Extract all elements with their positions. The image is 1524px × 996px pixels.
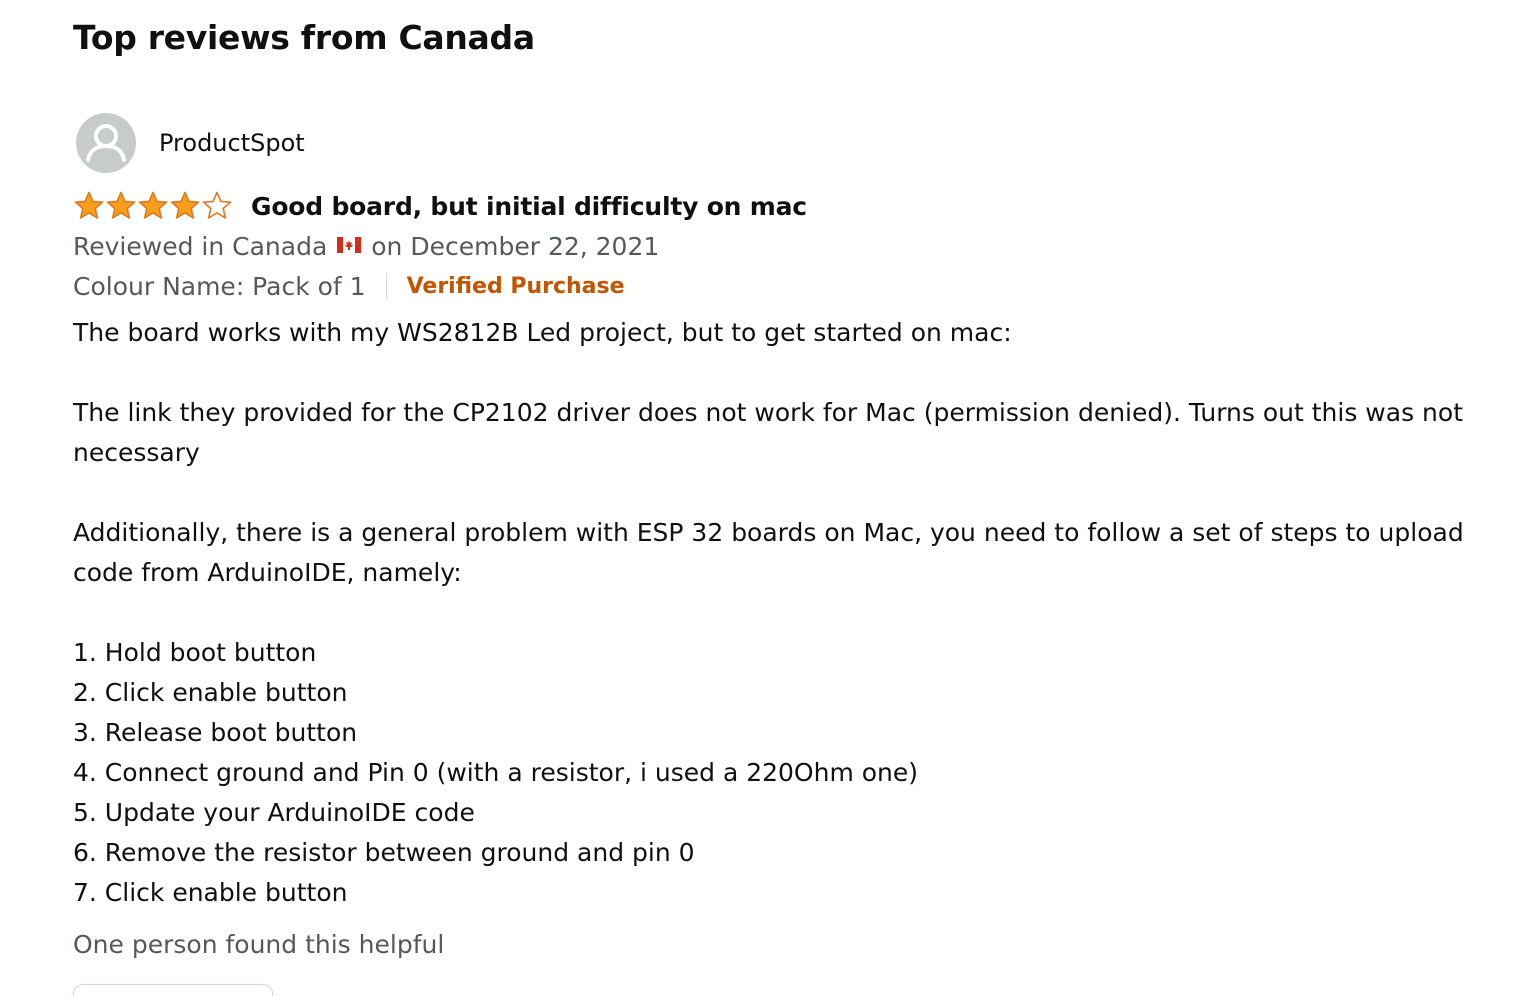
star-filled-icon xyxy=(170,191,200,219)
review-step: 2. Click enable button xyxy=(73,678,348,707)
avatar[interactable] xyxy=(76,113,136,173)
variant-row: Colour Name: Pack of 1 Verified Purchase xyxy=(73,268,625,304)
reviewed-in-label: Reviewed in Canada xyxy=(73,231,328,261)
reviewer-name[interactable]: ProductSpot xyxy=(159,129,305,157)
review-step: 3. Release boot button xyxy=(73,718,358,747)
review-paragraph: Additionally, there is a general problem… xyxy=(73,518,1464,587)
helpful-button[interactable] xyxy=(73,984,273,996)
review-title[interactable]: Good board, but initial difficulty on ma… xyxy=(251,192,807,221)
helpful-count: One person found this helpful xyxy=(73,930,445,959)
star-filled-icon xyxy=(106,191,136,219)
canada-flag-icon xyxy=(337,237,362,253)
star-filled-icon xyxy=(74,191,104,219)
star-empty-icon xyxy=(202,191,232,219)
review-step: 6. Remove the resistor between ground an… xyxy=(73,838,695,867)
user-silhouette-icon xyxy=(86,124,126,162)
review-date: Reviewed in Canada on December 22, 2021 xyxy=(73,228,659,264)
review-step: 4. Connect ground and Pin 0 (with a resi… xyxy=(73,758,919,787)
review-paragraph: The board works with my WS2812B Led proj… xyxy=(73,318,1012,347)
reviewer-profile[interactable]: ProductSpot xyxy=(76,113,305,173)
review-body: The board works with my WS2812B Led proj… xyxy=(73,313,1473,913)
review-step: 7. Click enable button xyxy=(73,878,348,907)
divider xyxy=(385,273,387,299)
star-filled-icon xyxy=(138,191,168,219)
review-step: 5. Update your ArduinoIDE code xyxy=(73,798,475,827)
verified-purchase-badge[interactable]: Verified Purchase xyxy=(407,274,625,299)
variant-label[interactable]: Colour Name: Pack of 1 xyxy=(73,272,366,301)
section-heading: Top reviews from Canada xyxy=(73,18,535,57)
review-date-text: on December 22, 2021 xyxy=(371,231,660,261)
review-paragraph: The link they provided for the CP2102 dr… xyxy=(73,398,1463,467)
review-step: 1. Hold boot button xyxy=(73,638,317,667)
rating-row: Good board, but initial difficulty on ma… xyxy=(73,186,807,226)
reviews-section: Top reviews from Canada ProductSpot Good… xyxy=(0,0,1524,996)
star-rating[interactable] xyxy=(73,190,233,222)
